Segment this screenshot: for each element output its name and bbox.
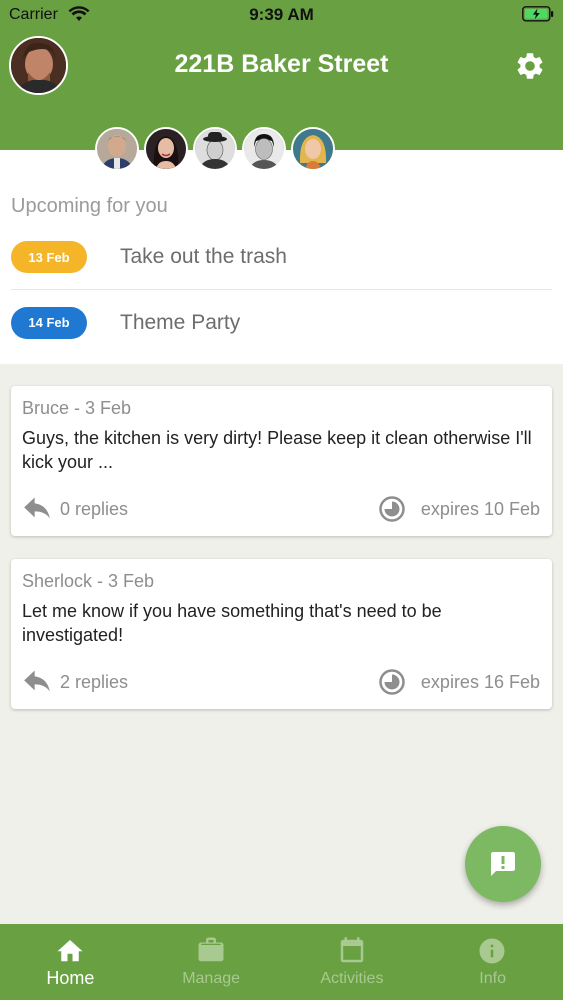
battery-icon: [522, 6, 554, 22]
post-body: Let me know if you have something that's…: [22, 601, 442, 645]
calendar-icon: [340, 937, 363, 963]
post-author: Sherlock - 3 Feb: [22, 571, 155, 591]
clock: 9:39 AM: [249, 5, 314, 24]
date-badge: 14 Feb: [11, 306, 87, 339]
member-avatar[interactable]: [291, 127, 335, 171]
tab-activities[interactable]: Activities: [282, 924, 423, 1000]
expiry-date: expires 10 Feb: [420, 499, 540, 519]
upcoming-item-label: Theme Party: [120, 310, 241, 334]
reply-icon[interactable]: [23, 496, 51, 520]
post-card[interactable]: Sherlock - 3 Feb Let me know if you have…: [11, 559, 552, 709]
new-post-fab[interactable]: [465, 826, 541, 902]
date-badge: 13 Feb: [11, 241, 87, 273]
member-avatar[interactable]: [242, 127, 286, 171]
reply-count[interactable]: 0 replies: [60, 499, 128, 520]
post-body: Guys, the kitchen is very dirty! Please …: [22, 428, 532, 472]
expiry-date: expires 16 Feb: [420, 672, 540, 692]
tab-label: Info: [479, 970, 506, 987]
reply-icon[interactable]: [23, 669, 51, 693]
upcoming-section: Upcoming for you 13 Feb Take out the tra…: [0, 150, 563, 364]
timer-icon: [379, 669, 405, 695]
info-icon: [479, 938, 505, 964]
page-title: 221B Baker Street: [174, 50, 389, 78]
settings-gear-icon[interactable]: [514, 50, 546, 82]
briefcase-icon: [198, 937, 224, 962]
tab-label: Manage: [182, 970, 241, 987]
post-author: Bruce - 3 Feb: [22, 398, 132, 418]
upcoming-heading: Upcoming for you: [11, 195, 168, 217]
upcoming-item[interactable]: 13 Feb Take out the trash: [11, 225, 552, 290]
member-avatar[interactable]: [144, 127, 188, 171]
reply-count[interactable]: 2 replies: [60, 672, 128, 693]
member-avatar[interactable]: [193, 127, 237, 171]
home-icon: [57, 940, 83, 962]
upcoming-item[interactable]: 14 Feb Theme Party: [11, 290, 552, 355]
tab-bar: Home Manage Activities Info: [0, 924, 563, 1000]
tab-info[interactable]: Info: [422, 924, 563, 1000]
tab-home[interactable]: Home: [0, 924, 141, 1000]
feedback-icon: [491, 852, 515, 876]
timer-icon: [379, 496, 405, 522]
member-avatars: [95, 127, 340, 172]
post-card[interactable]: Bruce - 3 Feb Guys, the kitchen is very …: [11, 386, 552, 536]
tab-label: Activities: [320, 970, 384, 987]
upcoming-item-label: Take out the trash: [120, 245, 287, 268]
status-bar: Carrier 9:39 AM: [0, 0, 563, 30]
tab-manage[interactable]: Manage: [141, 924, 282, 1000]
tab-label: Home: [46, 968, 95, 988]
member-avatar[interactable]: [95, 127, 139, 171]
